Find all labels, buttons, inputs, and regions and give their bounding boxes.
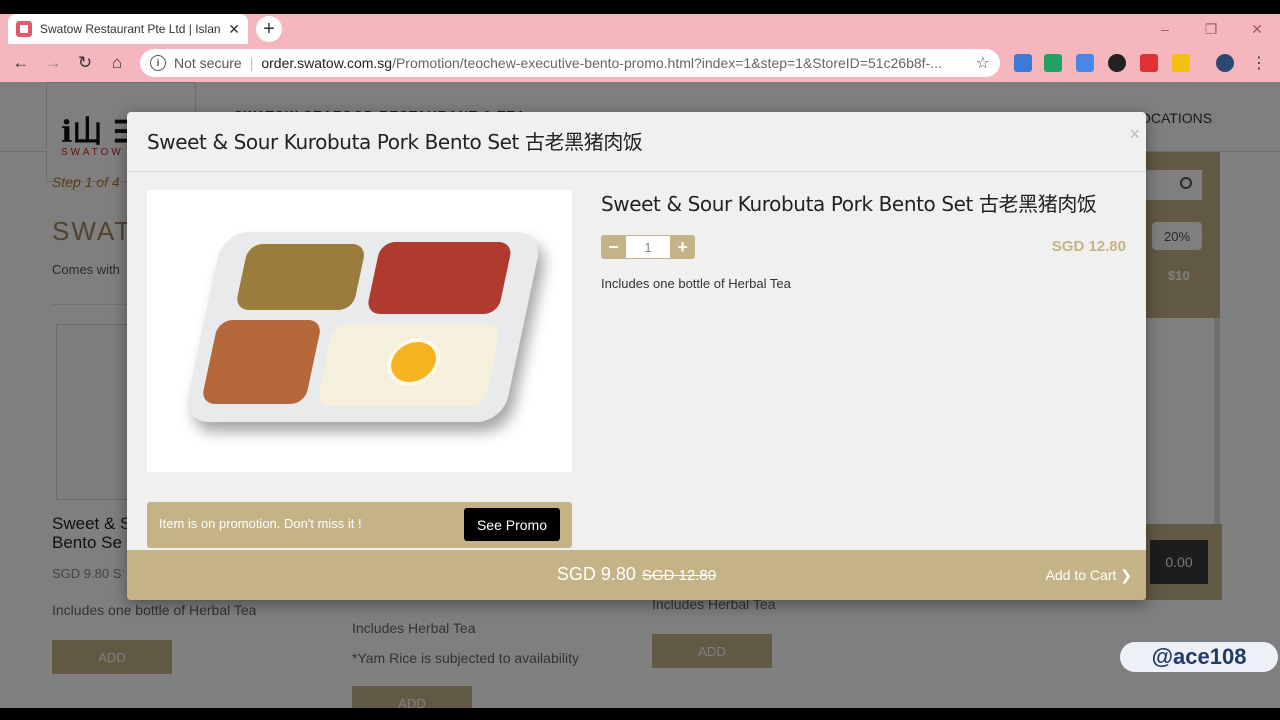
product-description: Includes one bottle of Herbal Tea [601,276,791,291]
browser-toolbar: ← → ↻ ⌂ i Not secure | order.swatow.com.… [0,44,1280,82]
site-favicon-icon [16,21,32,37]
screen-bottom-band [0,708,1280,720]
url-path: /Promotion/teochew-executive-bento-promo… [392,55,942,71]
back-arrow-icon[interactable]: ← [6,44,36,82]
increase-quantity-button[interactable]: + [670,235,695,259]
menu-kebab-icon[interactable]: ⋮ [1244,44,1274,82]
browser-tab[interactable]: Swatow Restaurant Pte Ltd | Islan ✕ [8,14,248,44]
product-image [147,190,572,472]
calendar-extension-icon[interactable] [1014,54,1032,72]
info-icon[interactable]: i [150,55,166,71]
address-separator: | [249,55,254,71]
add-to-cart-button[interactable]: Add to Cart ❯ [1046,567,1132,584]
new-tab-button[interactable]: + [256,16,282,42]
close-icon[interactable]: × [1129,124,1140,145]
promo-price: SGD 9.80 [556,564,636,584]
tab-close-icon[interactable]: ✕ [228,21,240,38]
minimize-button[interactable]: – [1142,21,1188,37]
pork-compartment [365,242,514,314]
product-price: SGD 12.80 [1051,238,1126,255]
watermark: @ace108 [1120,642,1278,672]
address-bar[interactable]: i Not secure | order.swatow.com.sg /Prom… [140,49,1000,77]
close-window-button[interactable]: ✕ [1234,21,1280,38]
tab-title: Swatow Restaurant Pte Ltd | Islan [40,22,221,36]
promo-banner: Item is on promotion. Don't miss it ! Se… [147,502,572,548]
vegetables-compartment [234,244,367,310]
decrease-quantity-button[interactable]: − [601,235,626,259]
bookmark-star-icon[interactable]: ☆ [976,53,990,73]
url-host: order.swatow.com.sg [261,55,393,71]
promo-text: Item is on promotion. Don't miss it ! [159,516,362,531]
drive-extension-icon[interactable] [1044,54,1062,72]
home-icon[interactable]: ⌂ [102,44,132,82]
product-modal: Sweet & Sour Kurobuta Pork Bento Set 古老黑… [127,112,1146,600]
original-price: SGD 12.80 [641,567,717,584]
modal-header: Sweet & Sour Kurobuta Pork Bento Set 古老黑… [127,112,1146,172]
side-compartment [200,320,323,404]
quantity-input[interactable]: 1 [626,235,670,259]
megaphone-extension-icon[interactable] [1140,54,1158,72]
restore-button[interactable]: ❐ [1188,21,1234,38]
see-promo-button[interactable]: See Promo [464,508,560,541]
product-name: Sweet & Sour Kurobuta Pork Bento Set 古老黑… [601,192,1097,216]
screen-top-band [0,0,1280,14]
forward-arrow-icon[interactable]: → [38,44,68,82]
extension-icon[interactable] [1108,54,1126,72]
footer-price: SGD 9.80 SGD 12.80 [127,564,1146,585]
security-label: Not secure [174,55,242,71]
quantity-stepper: − 1 + [601,235,695,259]
bento-tray [182,232,544,422]
pin-extension-icon[interactable] [1172,54,1190,72]
profile-avatar[interactable] [1216,54,1234,72]
reload-icon[interactable]: ↻ [70,44,100,82]
modal-footer: SGD 9.80 SGD 12.80 Add to Cart ❯ [127,550,1146,600]
tab-strip: Swatow Restaurant Pte Ltd | Islan ✕ + [0,14,1280,44]
modal-title: Sweet & Sour Kurobuta Pork Bento Set 古老黑… [147,130,643,154]
window-controls: – ❐ ✕ [1142,14,1280,44]
translate-extension-icon[interactable] [1076,54,1094,72]
